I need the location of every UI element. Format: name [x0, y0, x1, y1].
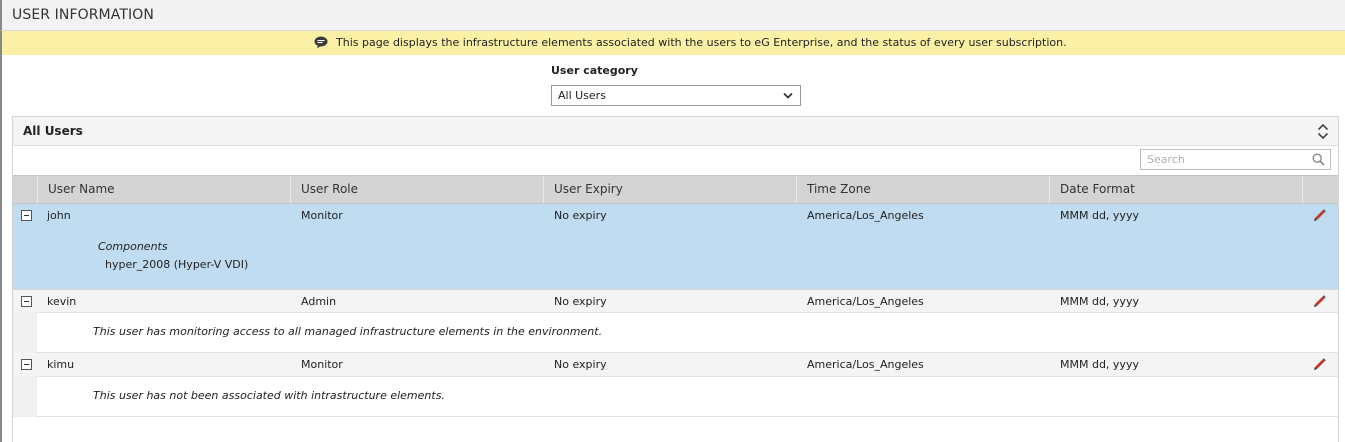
date-format-cell: MMM dd, yyyy: [1060, 295, 1139, 308]
column-header-label: User Name: [48, 182, 115, 196]
user-expiry-cell: No expiry: [554, 295, 607, 308]
column-header-time-zone[interactable]: Time Zone: [796, 176, 1049, 203]
table-row[interactable]: kimu Monitor No expiry America/Los_Angel…: [13, 353, 1338, 376]
column-header-user-expiry[interactable]: User Expiry: [543, 176, 796, 203]
user-role-cell: Admin: [301, 295, 337, 308]
collapse-row-icon[interactable]: [21, 296, 32, 307]
time-zone-cell: America/Los_Angeles: [807, 358, 924, 371]
date-format-cell: MMM dd, yyyy: [1060, 209, 1139, 222]
page-header: USER INFORMATION: [0, 0, 1345, 31]
user-category-label: User category: [551, 64, 638, 77]
collapse-row-icon[interactable]: [21, 359, 32, 370]
table-row[interactable]: john Monitor No expiry America/Los_Angel…: [13, 204, 1338, 289]
detail-gutter: [13, 312, 37, 353]
user-category-select[interactable]: All Users: [551, 85, 801, 106]
detail-gutter: [13, 376, 37, 417]
user-name-cell: john: [47, 209, 71, 222]
search-box: [1140, 149, 1331, 170]
column-header-date-format[interactable]: Date Format: [1049, 176, 1302, 203]
pencil-icon[interactable]: [1313, 357, 1327, 371]
components-heading: Components: [98, 240, 168, 253]
table-header: User Name User Role User Expiry Time Zon…: [13, 175, 1338, 204]
user-category-value: All Users: [558, 89, 606, 102]
user-expiry-cell: No expiry: [554, 209, 607, 222]
search-input[interactable]: [1141, 150, 1309, 169]
user-role-cell: Monitor: [301, 358, 343, 371]
panel-title: All Users: [23, 124, 83, 138]
table-row[interactable]: kevin Admin No expiry America/Los_Angele…: [13, 289, 1338, 312]
header-expander-column: [13, 176, 37, 203]
column-header-user-name[interactable]: User Name: [37, 176, 290, 203]
detail-body: This user has not been associated with i…: [37, 376, 1338, 417]
row-detail: This user has not been associated with i…: [13, 376, 1338, 417]
column-header-label: User Role: [301, 182, 359, 196]
date-format-cell: MMM dd, yyyy: [1060, 358, 1139, 371]
column-header-label: Date Format: [1060, 182, 1135, 196]
component-item: hyper_2008 (Hyper-V VDI): [105, 258, 249, 271]
pencil-icon[interactable]: [1313, 208, 1327, 222]
time-zone-cell: America/Los_Angeles: [807, 295, 924, 308]
collapse-row-icon[interactable]: [21, 210, 32, 221]
info-banner-text: This page displays the infrastructure el…: [336, 36, 1067, 49]
expand-collapse-icon[interactable]: [1317, 123, 1329, 140]
user-name-cell: kevin: [47, 295, 77, 308]
info-banner: This page displays the infrastructure el…: [0, 31, 1345, 55]
detail-message: This user has monitoring access to all m…: [93, 325, 603, 338]
user-name-cell: kimu: [47, 358, 75, 371]
user-role-cell: Monitor: [301, 209, 343, 222]
page-title: USER INFORMATION: [12, 7, 154, 23]
column-header-user-role[interactable]: User Role: [290, 176, 543, 203]
panel-header: All Users: [13, 117, 1338, 146]
users-panel: All Users User Name User Role User Expir…: [12, 116, 1339, 442]
pencil-icon[interactable]: [1313, 294, 1327, 308]
row-detail: This user has monitoring access to all m…: [13, 312, 1338, 353]
chevron-down-icon: [783, 92, 793, 99]
header-actions-column: [1302, 176, 1338, 203]
detail-message: This user has not been associated with i…: [93, 389, 445, 402]
speech-bubble-icon: [314, 36, 328, 49]
search-icon[interactable]: [1312, 153, 1325, 166]
column-header-label: Time Zone: [807, 182, 871, 196]
detail-body: This user has monitoring access to all m…: [37, 312, 1338, 353]
column-header-label: User Expiry: [554, 182, 623, 196]
time-zone-cell: America/Los_Angeles: [807, 209, 924, 222]
left-border: [0, 55, 2, 442]
user-expiry-cell: No expiry: [554, 358, 607, 371]
